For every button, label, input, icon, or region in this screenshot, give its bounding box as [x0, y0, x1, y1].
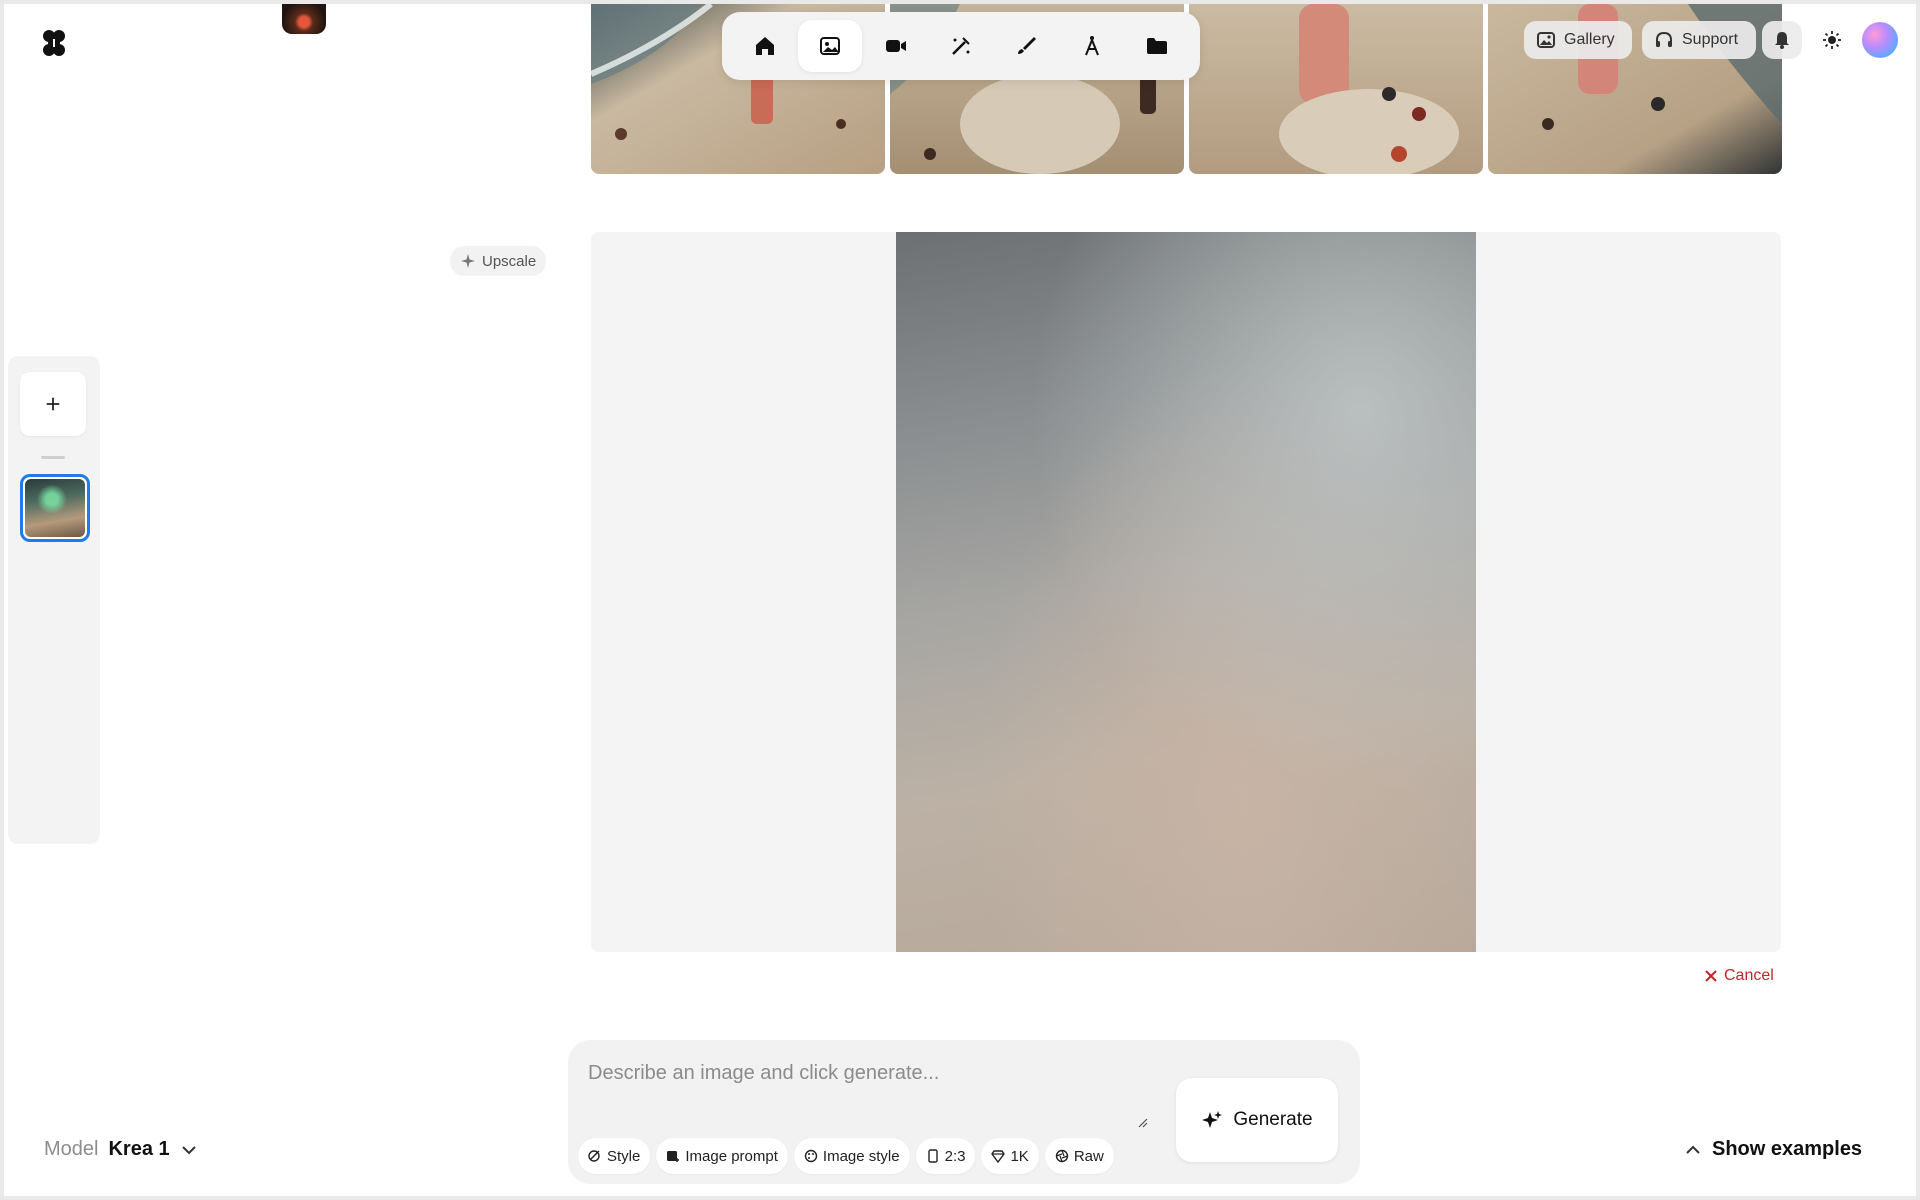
sun-icon — [1823, 31, 1841, 49]
image-add-icon — [667, 1151, 680, 1162]
aspect-ratio-chip[interactable]: 2:3 — [915, 1138, 976, 1174]
nav-assets[interactable] — [1125, 20, 1189, 72]
upscale-button[interactable]: Upscale — [450, 246, 547, 276]
image-prompt-chip-label: Image prompt — [685, 1147, 778, 1165]
home-icon — [755, 37, 774, 55]
nav-edit[interactable] — [994, 20, 1058, 72]
brush-icon — [1018, 37, 1037, 54]
image-prompt-chip[interactable]: Image prompt — [656, 1138, 788, 1174]
palette-icon — [804, 1149, 818, 1163]
sparkle-icon — [461, 254, 475, 268]
cancel-button[interactable]: Cancel — [1704, 964, 1774, 988]
style-icon — [588, 1150, 600, 1162]
close-icon — [1705, 970, 1717, 982]
style-chip-label: Style — [607, 1147, 641, 1165]
video-icon — [885, 40, 906, 52]
avatar[interactable] — [1862, 22, 1898, 58]
aperture-icon — [1055, 1149, 1069, 1163]
resolution-chip-label: 1K — [1010, 1147, 1029, 1165]
headset-icon — [1656, 31, 1672, 47]
prompt-panel: Generate Style Image prompt Image style … — [568, 1040, 1360, 1184]
raw-mode-chip[interactable]: Raw — [1044, 1138, 1114, 1174]
generate-label: Generate — [1233, 1109, 1313, 1130]
resolution-chip[interactable]: 1K — [981, 1138, 1039, 1174]
session-thumbnail[interactable] — [20, 474, 90, 542]
new-session-button[interactable] — [20, 372, 86, 436]
cancel-label: Cancel — [1724, 967, 1774, 984]
image-style-chip[interactable]: Image style — [793, 1138, 910, 1174]
folder-icon — [1147, 38, 1168, 54]
strip-image[interactable] — [1189, 4, 1483, 174]
upscale-label: Upscale — [482, 252, 537, 270]
support-label: Support — [1682, 31, 1739, 48]
model-label: Model — [44, 1138, 99, 1160]
resize-handle-icon[interactable] — [1136, 1116, 1148, 1128]
magic-wand-icon — [952, 37, 970, 55]
previous-generation-thumbnail[interactable] — [282, 4, 326, 34]
raw-mode-chip-label: Raw — [1073, 1147, 1104, 1165]
theme-toggle[interactable] — [1812, 21, 1852, 59]
krea-logo-icon[interactable] — [40, 28, 68, 58]
generate-button[interactable]: Generate — [1176, 1078, 1338, 1162]
notifications-button[interactable] — [1762, 21, 1802, 59]
nav-home[interactable] — [733, 20, 797, 72]
prompt-options: Style Image prompt Image style 2:3 1K Ra… — [578, 1138, 1114, 1174]
support-button[interactable]: Support — [1642, 21, 1756, 59]
nav-train[interactable] — [1060, 20, 1124, 72]
style-chip[interactable]: Style — [578, 1138, 651, 1174]
gallery-icon — [1537, 32, 1555, 48]
sidebar-divider — [41, 456, 65, 459]
bell-icon — [1775, 32, 1789, 49]
nav-image[interactable] — [798, 20, 863, 72]
aspect-ratio-chip-label: 2:3 — [944, 1147, 966, 1165]
model-value: Krea 1 — [108, 1138, 170, 1160]
generation-canvas — [591, 232, 1781, 952]
gallery-label: Gallery — [1564, 31, 1615, 48]
nav-enhance[interactable] — [929, 20, 993, 72]
portrait-frame-icon — [927, 1149, 938, 1163]
show-examples-label: Show examples — [1712, 1138, 1863, 1160]
history-sidebar — [8, 356, 100, 844]
nav-video[interactable] — [864, 20, 928, 72]
image-icon — [820, 37, 841, 55]
gallery-button[interactable]: Gallery — [1524, 21, 1632, 59]
image-style-chip-label: Image style — [822, 1147, 900, 1165]
app-frame: Gallery Support Upscale Cancel Gene — [4, 4, 1916, 1196]
generating-image-preview[interactable] — [896, 232, 1476, 952]
diamond-icon — [991, 1150, 1006, 1163]
chevron-down-icon — [181, 1145, 196, 1154]
sparkles-icon — [1202, 1111, 1223, 1128]
plus-icon — [46, 397, 60, 411]
compass-icon — [1084, 36, 1099, 56]
model-selector[interactable]: Model Krea 1 — [44, 1138, 198, 1161]
prompt-input[interactable] — [588, 1062, 1138, 1124]
show-examples-button[interactable]: Show examples — [1684, 1138, 1862, 1161]
chevron-up-icon — [1686, 1145, 1700, 1154]
top-navigation — [722, 12, 1200, 80]
